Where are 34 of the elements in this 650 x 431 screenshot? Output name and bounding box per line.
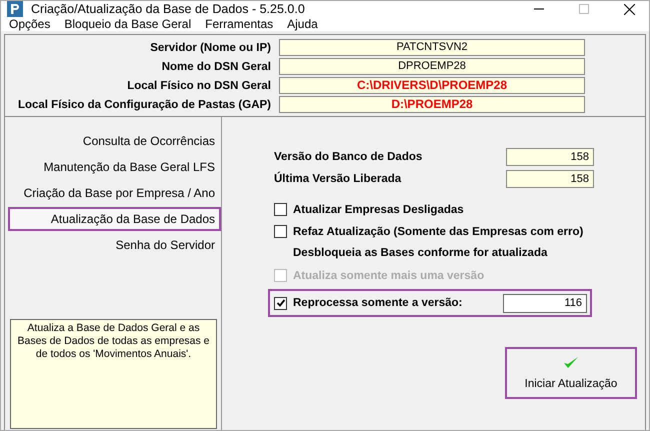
text-field[interactable]: D:\PROEMP28: [279, 96, 585, 113]
menu-item[interactable]: Bloqueio da Base Geral: [64, 17, 192, 31]
menu-item[interactable]: Opções: [9, 17, 50, 31]
field-label: Versão do Banco de Dados: [274, 150, 424, 162]
checkbox[interactable]: [274, 203, 287, 216]
menu-item[interactable]: Ferramentas: [205, 17, 274, 31]
checkbox-label[interactable]: Refaz Atualização (Somente das Empresas com erro): [293, 226, 584, 238]
text-field[interactable]: DPROEMP28: [279, 58, 585, 75]
sidebar-item[interactable]: Atualização da Base de Dados: [8, 207, 221, 231]
sidebar-item[interactable]: Criação da Base por Empresa / Ano: [8, 181, 221, 205]
checkbox[interactable]: [274, 296, 287, 310]
description-box: Atualiza a Base de Dados Geral e as Bases de Dados de todas as empresas e de todos os 'Movimentos Anuais'.: [10, 319, 217, 429]
window-title: Criação/Atualização da Base de Dados - 5.25.0.0: [31, 2, 305, 16]
field-label: Servidor (Nome ou IP): [149, 42, 272, 54]
sidebar-item[interactable]: Senha do Servidor: [8, 233, 221, 257]
checkmark-icon: [563, 356, 579, 370]
text-field[interactable]: C:\DRIVERS\D\PROEMP28: [279, 77, 585, 94]
field-label: Nome do DSN Geral: [160, 60, 272, 72]
menu-item[interactable]: Ajuda: [287, 17, 318, 31]
close-icon[interactable]: [624, 4, 635, 14]
version-input[interactable]: 116: [503, 294, 587, 312]
text-field[interactable]: 158: [506, 170, 594, 188]
checkbox-label[interactable]: Reprocessa somente a versão:: [293, 297, 462, 309]
sidebar-item[interactable]: Manutenção da Base Geral LFS: [8, 155, 221, 179]
text-field[interactable]: PATCNTSVN2: [279, 39, 585, 56]
checkbox-label[interactable]: Atualizar Empresas Desligadas: [293, 204, 464, 216]
start-button[interactable]: Iniciar Atualização: [505, 347, 637, 399]
sidebar-item[interactable]: Consulta de Ocorrências: [8, 129, 221, 153]
text-field[interactable]: 158: [506, 148, 594, 166]
field-label: Local Físico da Configuração de Pastas (GAP): [16, 98, 272, 110]
checkbox[interactable]: [274, 225, 287, 238]
note-text: Desbloqueia as Bases conforme for atualizada: [293, 246, 548, 261]
field-label: Local Físico no DSN Geral: [126, 80, 272, 92]
field-label: Última Versão Liberada: [274, 172, 402, 184]
